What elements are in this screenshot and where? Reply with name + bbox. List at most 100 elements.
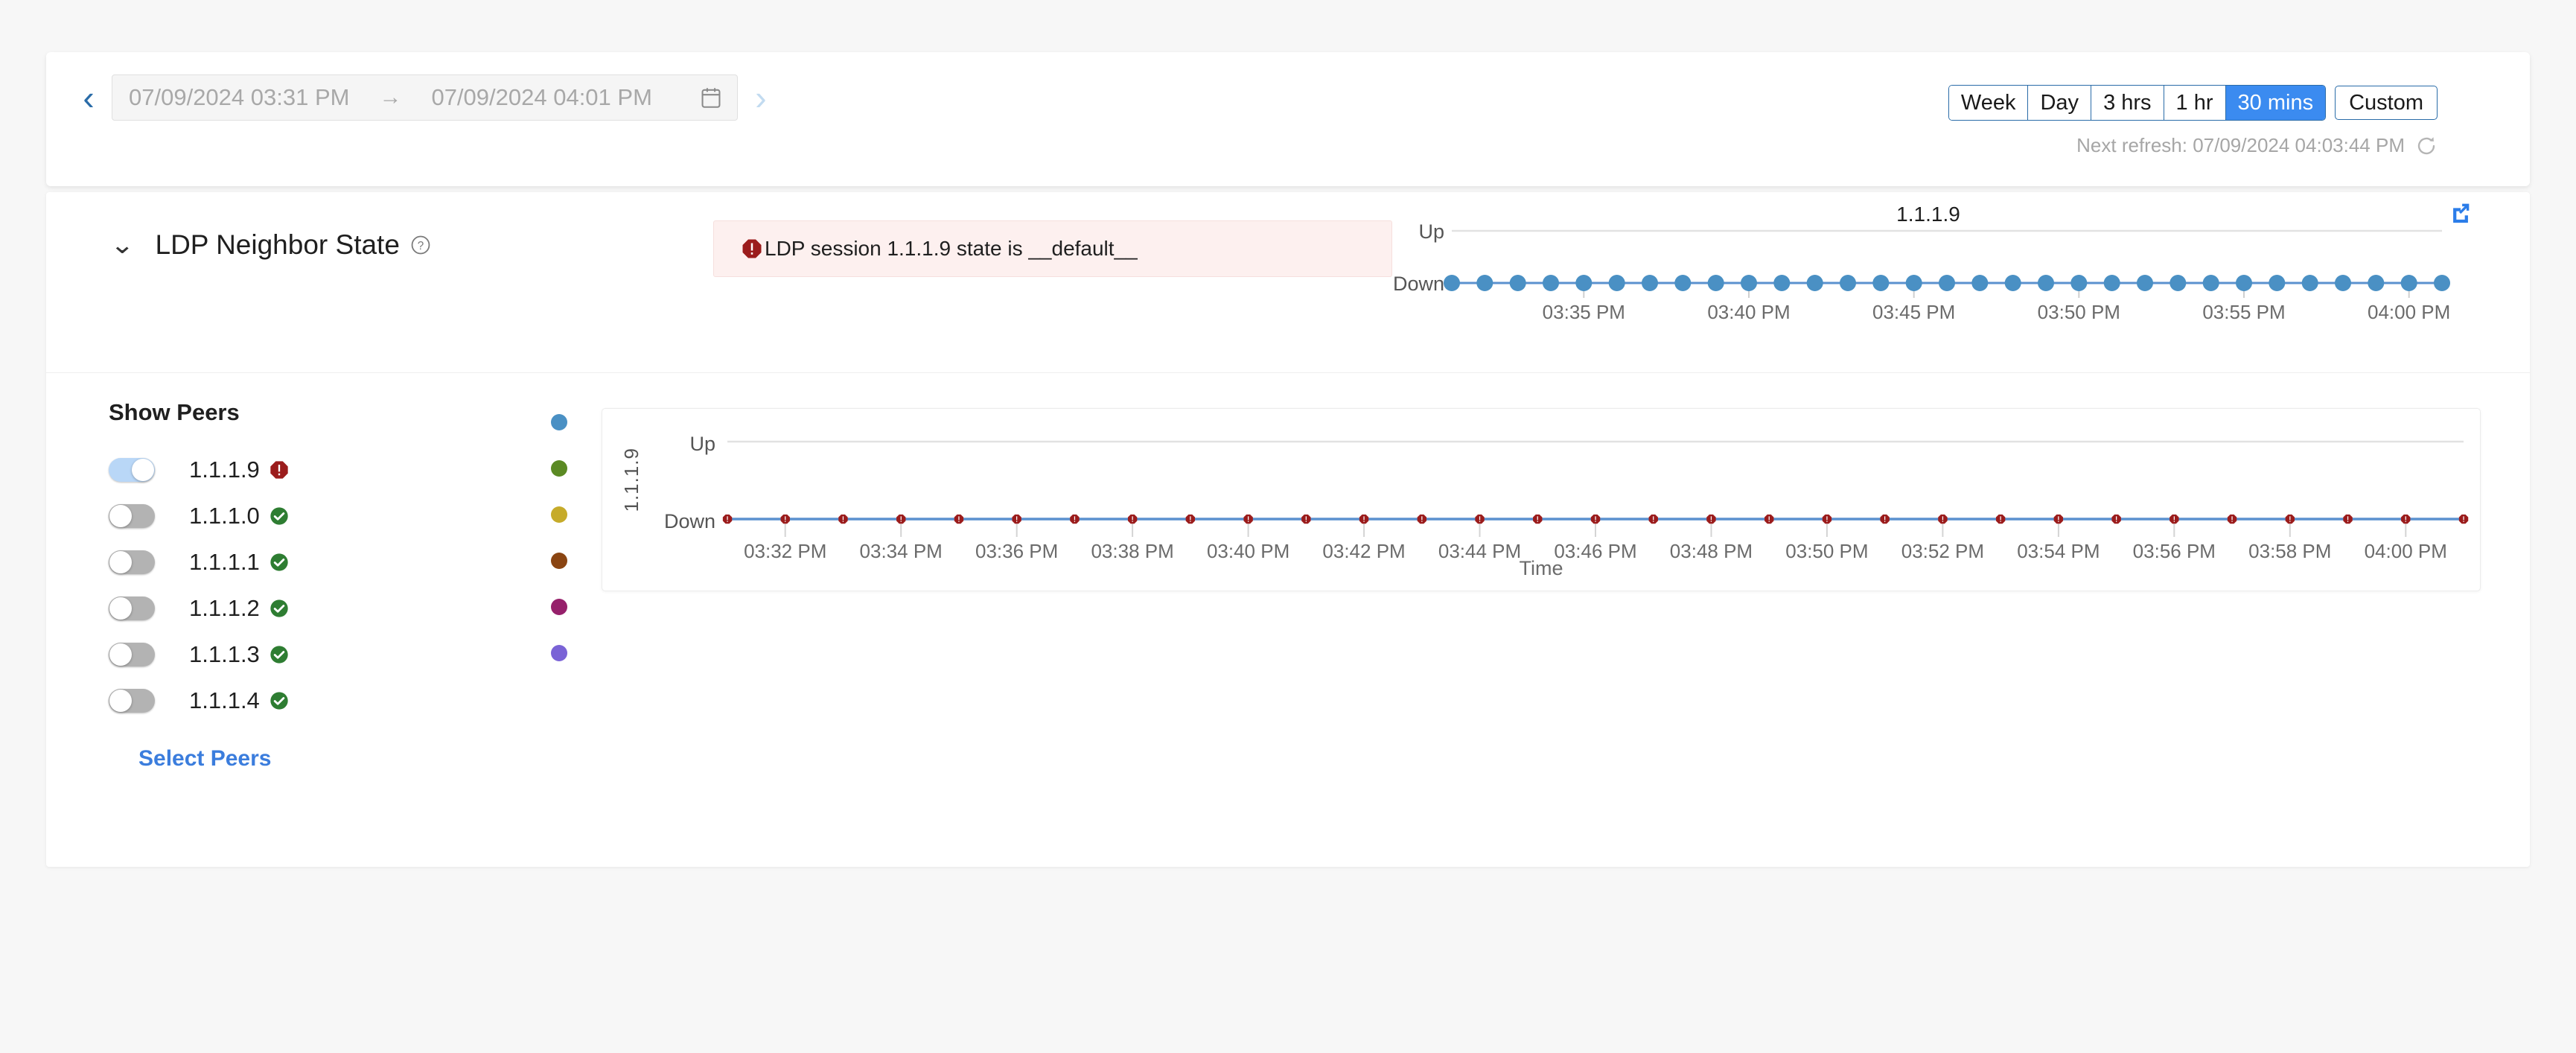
mini-data-point (1608, 275, 1625, 291)
peer-toggle-1.1.1.4[interactable] (109, 689, 155, 713)
toggle-knob (109, 643, 132, 666)
main-data-point (2053, 514, 2064, 524)
next-refresh-text: Next refresh: 07/09/2024 04:03:44 PM (2076, 134, 2405, 156)
peer-row: 1.1.1.9 (109, 447, 290, 493)
main-data-point (1648, 514, 1658, 524)
toggle-knob (132, 459, 154, 481)
alert-octagon-icon (269, 459, 290, 480)
peer-row: 1.1.1.0 (109, 493, 290, 539)
mini-data-point (1872, 275, 1890, 291)
peer-row: 1.1.1.4 (109, 678, 290, 724)
mini-data-point (2169, 275, 2187, 291)
show-peers-title: Show Peers (109, 399, 240, 425)
chevron-down-icon[interactable]: ⌄ (110, 230, 135, 260)
range-end-value: 07/09/2024 04:01 PM (431, 84, 652, 110)
main-data-point (838, 514, 848, 524)
range-option-30mins[interactable]: 30 mins (2225, 86, 2326, 120)
date-range-picker: ‹ 07/09/2024 03:31 PM → 07/09/2024 04:01… (76, 74, 774, 121)
peer-color-legend (551, 414, 567, 691)
mini-data-point (1642, 275, 1658, 291)
main-data-point (2227, 514, 2237, 524)
section-title-group[interactable]: ⌄ LDP Neighbor State ? (110, 229, 431, 261)
legend-color-dot (551, 553, 567, 569)
range-option-day[interactable]: Day (2028, 86, 2092, 120)
range-option-custom[interactable]: Custom (2335, 86, 2438, 120)
toggle-knob (109, 597, 132, 620)
check-circle-icon (269, 690, 290, 711)
next-range-button[interactable]: › (748, 80, 774, 115)
main-data-point (1243, 514, 1253, 524)
calendar-icon[interactable] (701, 87, 721, 108)
select-peers-link[interactable]: Select Peers (138, 746, 290, 772)
peer-toggle-1.1.1.9[interactable] (109, 458, 155, 482)
main-data-point (2285, 514, 2295, 524)
toggle-knob (109, 690, 132, 712)
x-tick-label: 03:40 PM (1707, 301, 1791, 323)
check-circle-icon (269, 506, 290, 526)
peer-toggle-1.1.1.1[interactable] (109, 550, 155, 574)
mini-data-point (2301, 275, 2318, 291)
previous-range-button[interactable]: ‹ (76, 80, 101, 115)
main-data-point (722, 514, 733, 524)
peer-name: 1.1.1.4 (189, 687, 260, 713)
main-data-point (2111, 514, 2121, 524)
main-data-point (1359, 514, 1369, 524)
mini-data-point (2368, 275, 2385, 291)
range-option-1hr[interactable]: 1 hr (2164, 86, 2226, 120)
peer-name: 1.1.1.3 (189, 641, 260, 667)
main-data-point (2343, 514, 2353, 524)
peer-name: 1.1.1.1 (189, 549, 260, 575)
mini-data-point (1773, 275, 1791, 291)
next-refresh-status: Next refresh: 07/09/2024 04:03:44 PM (2076, 134, 2438, 157)
mini-data-point (1509, 275, 1526, 291)
peer-toggle-1.1.1.3[interactable] (109, 643, 155, 667)
quick-range-group: Week Day 3 hrs 1 hr 30 mins (1948, 85, 2327, 121)
mini-data-point (1741, 275, 1757, 291)
range-option-3hrs[interactable]: 3 hrs (2091, 86, 2164, 120)
peer-list: 1.1.1.9 1.1.1.0 1.1.1.1 1.1.1.2 1.1.1.3 1.1.1… (109, 447, 290, 724)
x-tick-label: 03:50 PM (2037, 301, 2120, 323)
x-tick-label: 03:35 PM (1542, 301, 1625, 323)
mini-data-point (2070, 275, 2088, 291)
main-data-point (1764, 514, 1774, 524)
peer-toggle-1.1.1.2[interactable] (109, 597, 155, 620)
main-data-point (1301, 514, 1311, 524)
main-data-point (1475, 514, 1485, 524)
status-alert-banner: LDP session 1.1.1.9 state is __default__ (713, 220, 1392, 277)
main-data-point (1070, 514, 1080, 524)
peer-name: 1.1.1.0 (189, 503, 260, 529)
main-data-point (780, 514, 790, 524)
mini-data-point (1444, 275, 1460, 291)
mini-data-point (1840, 275, 1856, 291)
mini-data-point (2335, 275, 2351, 291)
help-icon[interactable]: ? (410, 235, 431, 255)
legend-color-dot (551, 460, 567, 477)
time-controls-card: ‹ 07/09/2024 03:31 PM → 07/09/2024 04:01… (46, 52, 2530, 186)
date-range-input[interactable]: 07/09/2024 03:31 PM → 07/09/2024 04:01 P… (112, 74, 738, 121)
mini-data-point (1674, 275, 1692, 291)
x-tick-label: 03:45 PM (1872, 301, 1956, 323)
main-data-point (2401, 514, 2411, 524)
mini-data-point (2004, 275, 2021, 291)
check-circle-icon (269, 552, 290, 573)
main-data-point (1880, 514, 1890, 524)
main-data-point (1822, 514, 1832, 524)
main-data-point (896, 514, 906, 524)
mini-data-point (2202, 275, 2219, 291)
alert-message: LDP session 1.1.1.9 state is __default__ (765, 237, 1138, 260)
peer-toggle-1.1.1.0[interactable] (109, 504, 155, 528)
mini-data-point (1806, 275, 1823, 291)
check-circle-icon (269, 598, 290, 619)
range-option-week[interactable]: Week (1948, 86, 2029, 120)
mini-data-point (2038, 275, 2054, 291)
main-data-point (1127, 514, 1138, 524)
main-data-point (2169, 514, 2179, 524)
main-data-point (1417, 514, 1427, 524)
toggle-knob (109, 505, 132, 527)
peer-name: 1.1.1.2 (189, 595, 260, 621)
main-data-point (2458, 514, 2469, 524)
legend-color-dot (551, 506, 567, 523)
mini-data-point (1476, 275, 1493, 291)
mini-data-point (1939, 275, 1955, 291)
refresh-icon[interactable] (2415, 135, 2438, 157)
